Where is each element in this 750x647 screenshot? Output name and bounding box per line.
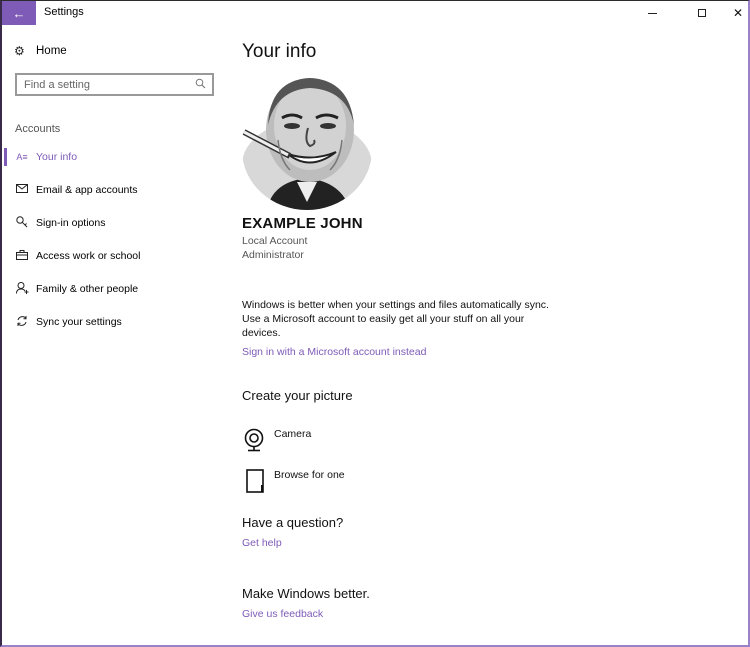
minimize-button[interactable] bbox=[634, 1, 670, 25]
sidebar-item-label: Access work or school bbox=[36, 250, 141, 262]
maximize-icon bbox=[698, 9, 706, 17]
browse-label: Browse for one bbox=[274, 469, 345, 481]
sidebar-item-family[interactable]: Family & other people bbox=[2, 278, 230, 300]
minimize-icon bbox=[647, 12, 657, 14]
sidebar-item-sync[interactable]: Sync your settings bbox=[2, 311, 230, 333]
sidebar-item-label: Your info bbox=[36, 151, 78, 163]
sync-description: Windows is better when your settings and… bbox=[242, 299, 549, 339]
sidebar-item-sign-in-options[interactable]: Sign-in options bbox=[2, 212, 230, 234]
active-indicator bbox=[4, 148, 7, 166]
sidebar-item-label: Sync your settings bbox=[36, 316, 122, 328]
gear-icon: ⚙ bbox=[14, 44, 25, 58]
account-role: Administrator bbox=[242, 249, 304, 261]
browse-icon bbox=[242, 468, 266, 496]
close-button[interactable]: ✕ bbox=[720, 1, 750, 25]
sidebar-home[interactable]: ⚙ Home bbox=[14, 44, 67, 58]
back-arrow-icon: ← bbox=[12, 5, 26, 21]
user-name: EXAMPLE JOHN bbox=[242, 215, 363, 232]
sidebar-item-label: Sign-in options bbox=[36, 217, 106, 229]
mail-icon bbox=[14, 184, 30, 196]
sidebar-item-label: Email & app accounts bbox=[36, 184, 138, 196]
profile-picture bbox=[242, 70, 372, 210]
window-title: Settings bbox=[44, 6, 84, 18]
create-picture-heading: Create your picture bbox=[242, 388, 353, 403]
camera-label: Camera bbox=[274, 428, 312, 440]
question-heading: Have a question? bbox=[242, 515, 344, 530]
settings-window: ← Settings ✕ ⚙ Home Find a setting Accou… bbox=[0, 0, 750, 647]
sync-icon bbox=[14, 315, 30, 330]
account-type: Local Account bbox=[242, 235, 308, 247]
section-label-accounts: Accounts bbox=[15, 123, 61, 135]
sidebar-item-email-accounts[interactable]: Email & app accounts bbox=[2, 179, 230, 201]
title-bar: ← Settings ✕ bbox=[2, 1, 748, 25]
camera-icon bbox=[242, 427, 266, 455]
briefcase-icon bbox=[14, 249, 30, 263]
page-title: Your info bbox=[242, 41, 317, 62]
close-icon: ✕ bbox=[732, 6, 744, 20]
get-help-link[interactable]: Get help bbox=[242, 537, 282, 549]
maximize-button[interactable] bbox=[684, 1, 720, 25]
feedback-link[interactable]: Give us feedback bbox=[242, 608, 323, 620]
camera-option[interactable]: Camera bbox=[242, 427, 311, 455]
browse-option[interactable]: Browse for one bbox=[242, 468, 345, 496]
sidebar-item-label: Family & other people bbox=[36, 283, 139, 295]
sidebar-item-access-work[interactable]: Access work or school bbox=[2, 245, 230, 267]
search-input[interactable]: Find a setting bbox=[15, 73, 214, 96]
signin-microsoft-link[interactable]: Sign in with a Microsoft account instead bbox=[242, 346, 426, 358]
search-icon[interactable] bbox=[193, 78, 209, 92]
sidebar: ⚙ Home Find a setting Accounts A≡ Your i… bbox=[2, 25, 230, 645]
make-windows-better-heading: Make Windows better. bbox=[242, 586, 370, 601]
back-button[interactable]: ← bbox=[2, 1, 36, 25]
search-placeholder: Find a setting bbox=[24, 78, 91, 91]
add-person-icon bbox=[14, 281, 30, 297]
home-label: Home bbox=[36, 45, 67, 57]
person-card-icon: A≡ bbox=[16, 152, 28, 162]
sidebar-item-your-info[interactable]: A≡ Your info bbox=[2, 146, 230, 168]
key-icon bbox=[14, 215, 30, 231]
